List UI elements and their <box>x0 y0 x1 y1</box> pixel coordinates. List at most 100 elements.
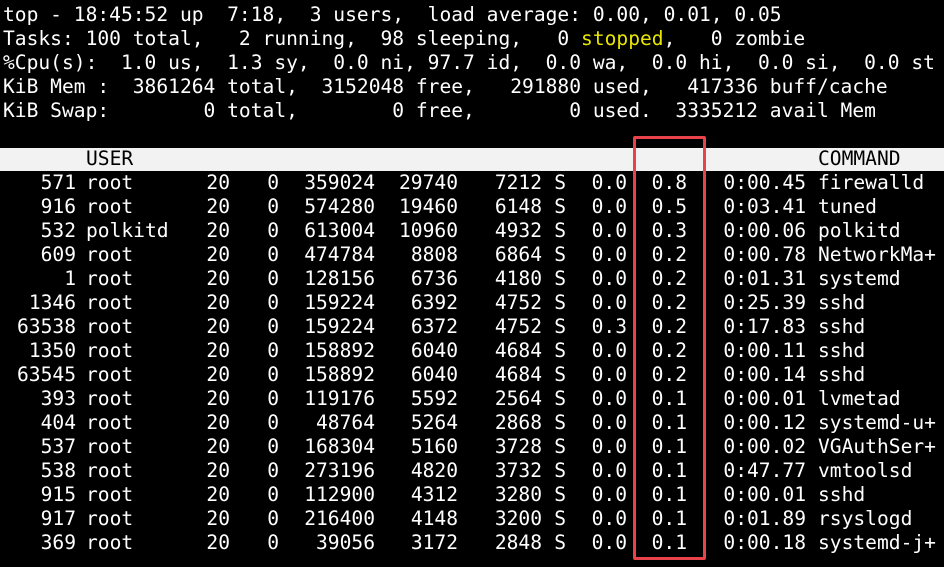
process-cell-user: root <box>86 411 134 434</box>
process-cell-mem: 0.8 <box>651 171 687 194</box>
process-cell-mem: 0.1 <box>651 435 687 458</box>
process-cell-cpu: 0.0 <box>591 363 627 386</box>
process-cell-res: 4820 <box>410 459 458 482</box>
column-header-bar <box>0 148 944 171</box>
process-cell-pr: 20 <box>206 171 230 194</box>
process-cell-res: 4148 <box>410 507 458 530</box>
process-cell-ni: 0 <box>267 459 279 482</box>
process-cell-cpu: 0.0 <box>591 411 627 434</box>
process-cell-shr: 7212 <box>494 171 542 194</box>
process-cell-pid: 404 <box>40 411 76 434</box>
process-cell-state: S <box>554 171 566 194</box>
terminal-window[interactable]: top - 18:45:52 up 7:18, 3 users, load av… <box>0 0 944 567</box>
process-cell-pr: 20 <box>206 195 230 218</box>
process-row: 537 root 20 0 168304 5160 3728 S 0.0 0.1 0:00.02 VG… <box>0 435 944 459</box>
process-cell-res: 29740 <box>399 171 458 194</box>
process-cell-user: root <box>86 291 134 314</box>
process-row: 532 polkitd 20 0 613004 10960 4932 S 0.0 0.3 0:00.… <box>0 219 944 243</box>
tasks-line-suffix: , 0 zombie <box>663 27 806 50</box>
process-cell-state: S <box>554 531 566 554</box>
uptime-line: top - 18:45:52 up 7:18, 3 users, load av… <box>3 3 782 26</box>
process-cell-mem: 0.1 <box>651 507 687 530</box>
process-cell-res: 8808 <box>410 243 458 266</box>
process-cell-cpu: 0.0 <box>591 339 627 362</box>
process-cell-virt: 128156 <box>304 267 375 290</box>
process-cell-pid: 1350 <box>28 339 76 362</box>
process-cell-shr: 3200 <box>494 507 542 530</box>
process-cell-virt: 158892 <box>304 363 375 386</box>
process-cell-pr: 20 <box>206 387 230 410</box>
process-cell-cpu: 0.3 <box>591 315 627 338</box>
process-cell-pid: 393 <box>40 387 76 410</box>
process-cell-ni: 0 <box>267 291 279 314</box>
process-cell-pid: 63538 <box>17 315 76 338</box>
process-cell-res: 6040 <box>410 363 458 386</box>
process-cell-virt: 168304 <box>304 435 375 458</box>
process-row: 609 root 20 0 474784 8808 6864 S 0.0 0.2 0:00.78 Ne… <box>0 243 944 267</box>
process-cell-mem: 0.2 <box>651 363 687 386</box>
process-cell-shr: 3728 <box>494 435 542 458</box>
process-cell-ni: 0 <box>267 315 279 338</box>
process-cell-res: 19460 <box>399 195 458 218</box>
process-cell-state: S <box>554 195 566 218</box>
process-cell-cpu: 0.0 <box>591 507 627 530</box>
process-cell-user: polkitd <box>86 219 169 242</box>
process-cell-cpu: 0.0 <box>591 243 627 266</box>
process-cell-cpu: 0.0 <box>591 219 627 242</box>
process-cell-state: S <box>554 219 566 242</box>
process-cell-time: 0:00.11 <box>723 339 806 362</box>
process-cell-time: 0:47.77 <box>723 459 806 482</box>
process-cell-shr: 4752 <box>494 291 542 314</box>
process-cell-ni: 0 <box>267 483 279 506</box>
process-cell-virt: 39056 <box>316 531 375 554</box>
process-cell-pr: 20 <box>206 339 230 362</box>
process-cell-pr: 20 <box>206 411 230 434</box>
process-cell-state: S <box>554 435 566 458</box>
process-row: 63538 root 20 0 159224 6372 4752 S 0.3 0.2 0:17.83… <box>0 315 944 339</box>
process-cell-state: S <box>554 411 566 434</box>
column-header-user: USER <box>86 147 134 170</box>
process-cell-command: systemd <box>818 267 901 290</box>
process-cell-virt: 159224 <box>304 291 375 314</box>
process-cell-pid: 63545 <box>17 363 76 386</box>
process-cell-user: root <box>86 267 134 290</box>
process-cell-ni: 0 <box>267 363 279 386</box>
process-cell-time: 0:00.14 <box>723 363 806 386</box>
process-cell-pr: 20 <box>206 363 230 386</box>
process-row: 63545 root 20 0 158892 6040 4684 S 0.0 0.2 0:00.14… <box>0 363 944 387</box>
process-cell-command: vmtoolsd <box>818 459 913 482</box>
process-cell-mem: 0.2 <box>651 291 687 314</box>
process-cell-user: root <box>86 171 134 194</box>
process-cell-shr: 2564 <box>494 387 542 410</box>
process-cell-state: S <box>554 459 566 482</box>
process-cell-shr: 3280 <box>494 483 542 506</box>
process-cell-shr: 4684 <box>494 339 542 362</box>
process-cell-user: root <box>86 363 134 386</box>
process-cell-shr: 4180 <box>494 267 542 290</box>
process-cell-state: S <box>554 387 566 410</box>
process-cell-ni: 0 <box>267 195 279 218</box>
process-cell-time: 0:00.78 <box>723 243 806 266</box>
process-cell-pr: 20 <box>206 267 230 290</box>
process-cell-pr: 20 <box>206 219 230 242</box>
process-row: 1 root 20 0 128156 6736 4180 S 0.0 0.2 0:01.31 syst… <box>0 267 944 291</box>
process-cell-command: sshd <box>818 339 866 362</box>
process-cell-pr: 20 <box>206 483 230 506</box>
swap-line: KiB Swap: 0 total, 0 free, 0 used. 33352… <box>3 99 876 122</box>
process-cell-mem: 0.3 <box>651 219 687 242</box>
process-cell-cpu: 0.0 <box>591 531 627 554</box>
process-cell-ni: 0 <box>267 435 279 458</box>
process-cell-time: 0:00.45 <box>723 171 806 194</box>
process-row: 538 root 20 0 273196 4820 3732 S 0.0 0.1 0:47.77 vm… <box>0 459 944 483</box>
process-cell-mem: 0.1 <box>651 459 687 482</box>
process-cell-pid: 609 <box>40 243 76 266</box>
process-cell-time: 0:01.89 <box>723 507 806 530</box>
process-cell-time: 0:01.31 <box>723 267 806 290</box>
process-cell-res: 6392 <box>410 291 458 314</box>
process-cell-pr: 20 <box>206 459 230 482</box>
process-cell-shr: 3732 <box>494 459 542 482</box>
process-cell-shr: 2848 <box>494 531 542 554</box>
process-cell-res: 3172 <box>410 531 458 554</box>
process-cell-user: root <box>86 459 134 482</box>
column-header-command: COMMAND <box>818 147 901 170</box>
